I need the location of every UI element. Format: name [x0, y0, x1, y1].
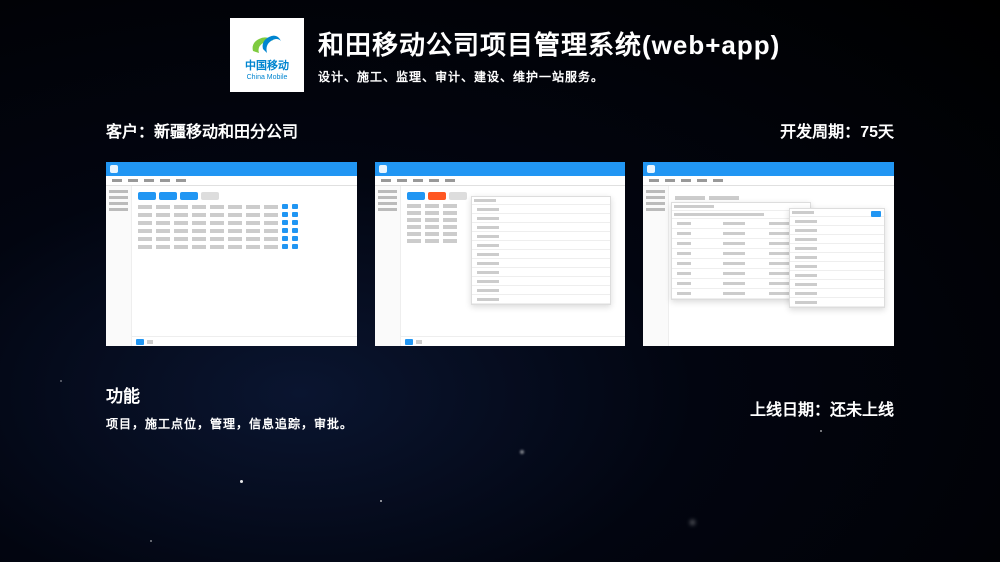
logo-icon: [249, 29, 285, 59]
screenshot-2: [375, 162, 626, 346]
screenshot-1: [106, 162, 357, 346]
screenshot-3: [643, 162, 894, 346]
